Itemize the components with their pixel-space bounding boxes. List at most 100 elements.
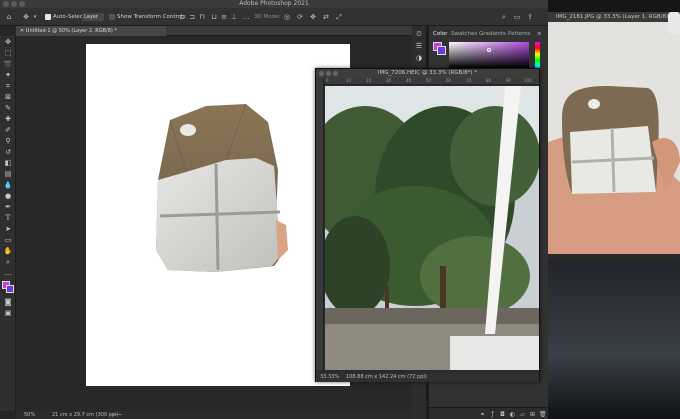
options-bar: ⌂ ✥ ▾ Auto-Select: Layer Show Transform …	[0, 8, 548, 26]
chevron-down-icon[interactable]: ▾	[31, 13, 39, 21]
more-options-icon[interactable]: …	[242, 13, 250, 21]
blur-tool-icon[interactable]: 💧	[3, 181, 13, 190]
eraser-tool-icon[interactable]: ◧	[3, 159, 13, 168]
second-document-window[interactable]: IMG_2181.JPG @ 33.3% (Layer 1, RGB/8)	[548, 0, 680, 419]
edit-toolbar-icon[interactable]: …	[3, 269, 13, 278]
workspace-icon[interactable]: ▭	[513, 13, 521, 21]
floating-document-window[interactable]: IMG_7206.HEIC @ 33.3% (RGB/8*) * 0 10 20…	[315, 68, 540, 382]
tab-color[interactable]: Color	[433, 29, 447, 39]
path-selection-tool-icon[interactable]: ➤	[3, 225, 13, 234]
adjustments-panel-icon[interactable]: ◑	[414, 54, 424, 63]
panel-menu-icon[interactable]: ≡	[537, 29, 542, 39]
align-bottom-icon[interactable]: ⊥	[230, 13, 238, 21]
history-panel-icon[interactable]: ⏲	[414, 30, 424, 39]
brush-tool-icon[interactable]: ✐	[3, 126, 13, 135]
dark-landscape-photo[interactable]	[548, 261, 680, 419]
ruler-label: 80	[486, 78, 492, 83]
crop-tool-icon[interactable]: ⌗	[3, 82, 13, 91]
background-color-swatch[interactable]	[6, 285, 14, 293]
3d-roll-icon[interactable]: ⟳	[296, 13, 304, 21]
pen-tool-icon[interactable]: ✒	[3, 203, 13, 212]
lasso-tool-icon[interactable]: ➰	[3, 60, 13, 69]
3d-pan-icon[interactable]: ✥	[309, 13, 317, 21]
eyedropper-tool-icon[interactable]: ✎	[3, 104, 13, 113]
screen-mode-icon[interactable]: ▣	[3, 309, 13, 318]
history-brush-tool-icon[interactable]: ↺	[3, 148, 13, 157]
pine-tree-photo[interactable]	[325, 86, 539, 370]
clone-stamp-tool-icon[interactable]: ⚲	[3, 137, 13, 146]
align-right-icon[interactable]: ⊓	[198, 13, 206, 21]
status-bar: 50% 21 cm x 29.7 cm (300 ppi)	[16, 411, 426, 419]
3d-orbit-icon[interactable]: ◎	[283, 13, 291, 21]
rectangle-tool-icon[interactable]: ▭	[3, 236, 13, 245]
healing-brush-tool-icon[interactable]: ✚	[3, 115, 13, 124]
tab-swatches[interactable]: Swatches	[451, 29, 477, 39]
move-tool-icon[interactable]: ✥	[22, 13, 30, 21]
auto-select-checkbox[interactable]	[45, 14, 51, 20]
type-tool-icon[interactable]: T	[3, 214, 13, 223]
link-icon[interactable]: ⚭	[479, 411, 486, 418]
ruler-label: 20	[366, 78, 372, 83]
close-window-button[interactable]	[319, 71, 324, 76]
move-tool-icon[interactable]: ✥	[3, 38, 13, 47]
document-canvas[interactable]	[86, 44, 350, 386]
floating-window-title-bar[interactable]: IMG_7206.HEIC @ 33.3% (RGB/8*) *	[316, 69, 539, 78]
3d-scale-icon[interactable]: ⤢	[335, 13, 343, 21]
status-menu-icon[interactable]	[112, 414, 122, 417]
gradient-tool-icon[interactable]: ▤	[3, 170, 13, 179]
frame-tool-icon[interactable]: ⊠	[3, 93, 13, 102]
zoom-tool-icon[interactable]: ⌕	[3, 258, 13, 267]
horizontal-ruler[interactable]: 0 10 20 30 40 50 60 70 80 90 100	[324, 78, 539, 85]
magic-wand-tool-icon[interactable]: ✦	[3, 71, 13, 80]
dodge-tool-icon[interactable]: ●	[3, 192, 13, 201]
align-top-icon[interactable]: ⊔	[210, 13, 218, 21]
zoom-window-button[interactable]	[333, 71, 338, 76]
document-tab[interactable]: ✕ Untitled-1 @ 50% (Layer 2, RGB/8) *	[16, 26, 166, 36]
second-window-title[interactable]: IMG_2181.JPG @ 33.3% (Layer 1, RGB/8)	[548, 12, 680, 22]
ruler-label: 0	[326, 78, 329, 83]
quick-mask-icon[interactable]: ◙	[3, 298, 13, 307]
mask-icon[interactable]: ◘	[499, 411, 506, 418]
folder-icon[interactable]: ▱	[519, 411, 526, 418]
show-transform-checkbox[interactable]	[109, 14, 115, 20]
align-center-icon[interactable]: ⊐	[188, 13, 196, 21]
document-tab-label: Untitled-1 @ 50% (Layer 2, RGB/8) *	[25, 28, 117, 34]
floating-document-info[interactable]: 108.88 cm x 142.24 cm (72 ppi)	[346, 373, 427, 382]
properties-panel-icon[interactable]: ☰	[414, 42, 424, 51]
color-picker-field[interactable]	[449, 42, 529, 68]
trash-icon[interactable]: 🗑	[539, 411, 547, 418]
marquee-tool-icon[interactable]: ⬚	[3, 49, 13, 58]
zoom-level[interactable]: 50%	[24, 411, 35, 419]
fx-icon[interactable]: ƒ	[489, 411, 496, 418]
panel-background-swatch[interactable]	[437, 46, 446, 55]
tab-gradients[interactable]: Gradients	[479, 29, 506, 39]
tab-patterns[interactable]: Patterns	[508, 29, 531, 39]
hand-tool-icon[interactable]: ✋	[3, 247, 13, 256]
3d-mode-label: 3D Mode:	[254, 14, 281, 20]
share-icon[interactable]: ⇪	[526, 13, 534, 21]
3d-slide-icon[interactable]: ⇄	[322, 13, 330, 21]
hand-rock-image	[548, 22, 680, 254]
title-bar: Adobe Photoshop 2021	[0, 0, 548, 8]
align-middle-icon[interactable]: ≡	[220, 13, 228, 21]
vertical-ruler[interactable]	[316, 78, 324, 370]
hand-holding-rock-photo[interactable]	[548, 22, 680, 254]
minimize-window-button[interactable]	[326, 71, 331, 76]
pine-tree-image	[325, 86, 539, 370]
color-picker-handle[interactable]	[487, 48, 491, 52]
home-icon[interactable]: ⌂	[5, 13, 13, 21]
tools-panel: ✥ ⬚ ➰ ✦ ⌗ ⊠ ✎ ✚ ✐ ⚲ ↺ ◧ ▤ 💧 ● ✒ T ➤ ▭ ✋ …	[0, 36, 16, 411]
align-left-icon[interactable]: ⊏	[178, 13, 186, 21]
app-title: Adobe Photoshop 2021	[239, 0, 309, 7]
second-window-divider	[548, 254, 680, 261]
notification-chip[interactable]	[668, 12, 680, 34]
ruler-label: 60	[446, 78, 452, 83]
search-icon[interactable]: ⌕	[500, 13, 508, 21]
layer-dropdown[interactable]: Layer	[82, 13, 104, 21]
panel-bottom-bar: ⚭ ƒ ◘ ◐ ▱ ⊞ 🗑	[429, 407, 548, 419]
document-info[interactable]: 21 cm x 29.7 cm (300 ppi)	[52, 411, 118, 419]
ruler-label: 50	[426, 78, 432, 83]
new-layer-icon[interactable]: ⊞	[529, 411, 536, 418]
adjustment-layer-icon[interactable]: ◐	[509, 411, 516, 418]
floating-zoom-level[interactable]: 33.33%	[320, 373, 339, 382]
